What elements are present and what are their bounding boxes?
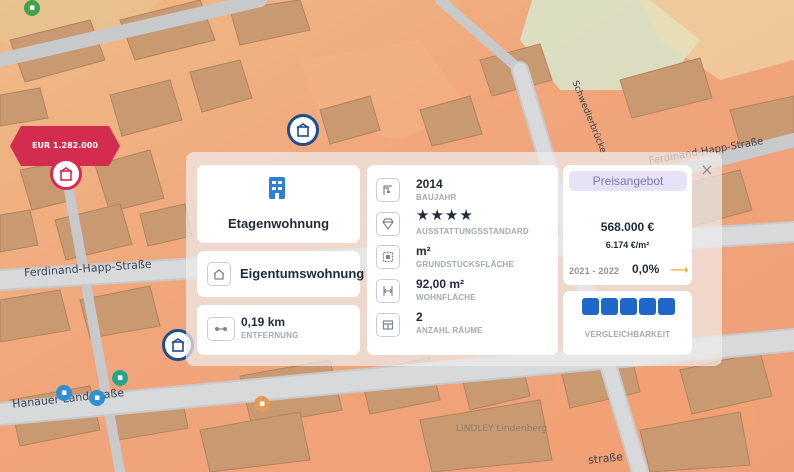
attribute-value: 2014 xyxy=(416,177,443,191)
plot-area-icon xyxy=(382,251,394,263)
comparability-square xyxy=(639,298,656,315)
rooms-icon xyxy=(382,320,394,330)
comparability-caption: VERGLEICHBARKEIT xyxy=(584,330,671,339)
attribute-icon-box xyxy=(376,313,400,337)
price-period: 2021 - 2022 xyxy=(569,266,620,276)
building-icon xyxy=(269,177,285,199)
rating-stars: ★★★★ xyxy=(416,206,474,224)
floor-area-icon xyxy=(383,286,393,296)
attribute-caption: WOHNFLÄCHE xyxy=(416,293,476,302)
transit-icon[interactable]: ▪ xyxy=(112,370,128,386)
diamond-icon xyxy=(382,218,394,231)
ownership-label: Eigentumswohnung xyxy=(240,266,365,281)
property-marker[interactable] xyxy=(287,114,319,146)
price-offer-badge: Preisangebot xyxy=(569,171,687,191)
distance-value: 0,19 km xyxy=(241,315,286,329)
attribute-caption: BAUJAHR xyxy=(416,193,457,202)
distance-icon xyxy=(215,327,227,331)
attribute-caption: ANZAHL RÄUME xyxy=(416,326,483,335)
price-change: 0,0% xyxy=(632,262,660,276)
comparability-square xyxy=(582,298,599,315)
price-value: 568.000 € xyxy=(600,220,655,234)
poi-icon[interactable]: ▪ xyxy=(24,0,40,16)
apartment-icon xyxy=(296,123,310,137)
attribute-caption: AUSSTATTUNGSSTANDARD xyxy=(416,227,529,236)
distance-icon-box xyxy=(207,317,235,341)
attribute-icon-box xyxy=(376,178,400,202)
comparability-square xyxy=(658,298,675,315)
comparability-square xyxy=(601,298,618,315)
attribute-value: 2 xyxy=(416,310,423,324)
attribute-caption: GRUNDSTÜCKSFLÄCHE xyxy=(416,260,515,269)
attribute-icon-box xyxy=(376,245,400,269)
attribute-value: 92,00 m² xyxy=(416,277,465,291)
distance-caption: ENTFERNUNG xyxy=(241,331,299,340)
trend-arrow-icon: ⟶ xyxy=(670,263,689,278)
ownership-icon-box xyxy=(207,262,231,286)
comparability-square xyxy=(620,298,637,315)
house-icon xyxy=(213,269,225,280)
building-crane-icon xyxy=(383,185,392,195)
bus-stop-icon[interactable]: ▪ xyxy=(56,385,72,401)
close-icon[interactable]: × xyxy=(699,162,715,178)
property-type-label: Etagenwohnung xyxy=(227,216,330,231)
property-marker-selected[interactable] xyxy=(50,158,82,190)
poi-label-lindley: LINDLEY Lindenberg xyxy=(456,424,548,434)
attribute-icon-box xyxy=(376,279,400,303)
price-per-sqm: 6.174 €/m² xyxy=(605,240,650,250)
bus-stop-icon[interactable]: ▪ xyxy=(89,390,105,406)
restaurant-icon[interactable]: ▪ xyxy=(254,396,270,412)
apartment-icon xyxy=(59,167,73,181)
attribute-value: m² xyxy=(416,244,431,258)
attribute-icon-box xyxy=(376,212,400,236)
apartment-icon xyxy=(171,338,185,352)
